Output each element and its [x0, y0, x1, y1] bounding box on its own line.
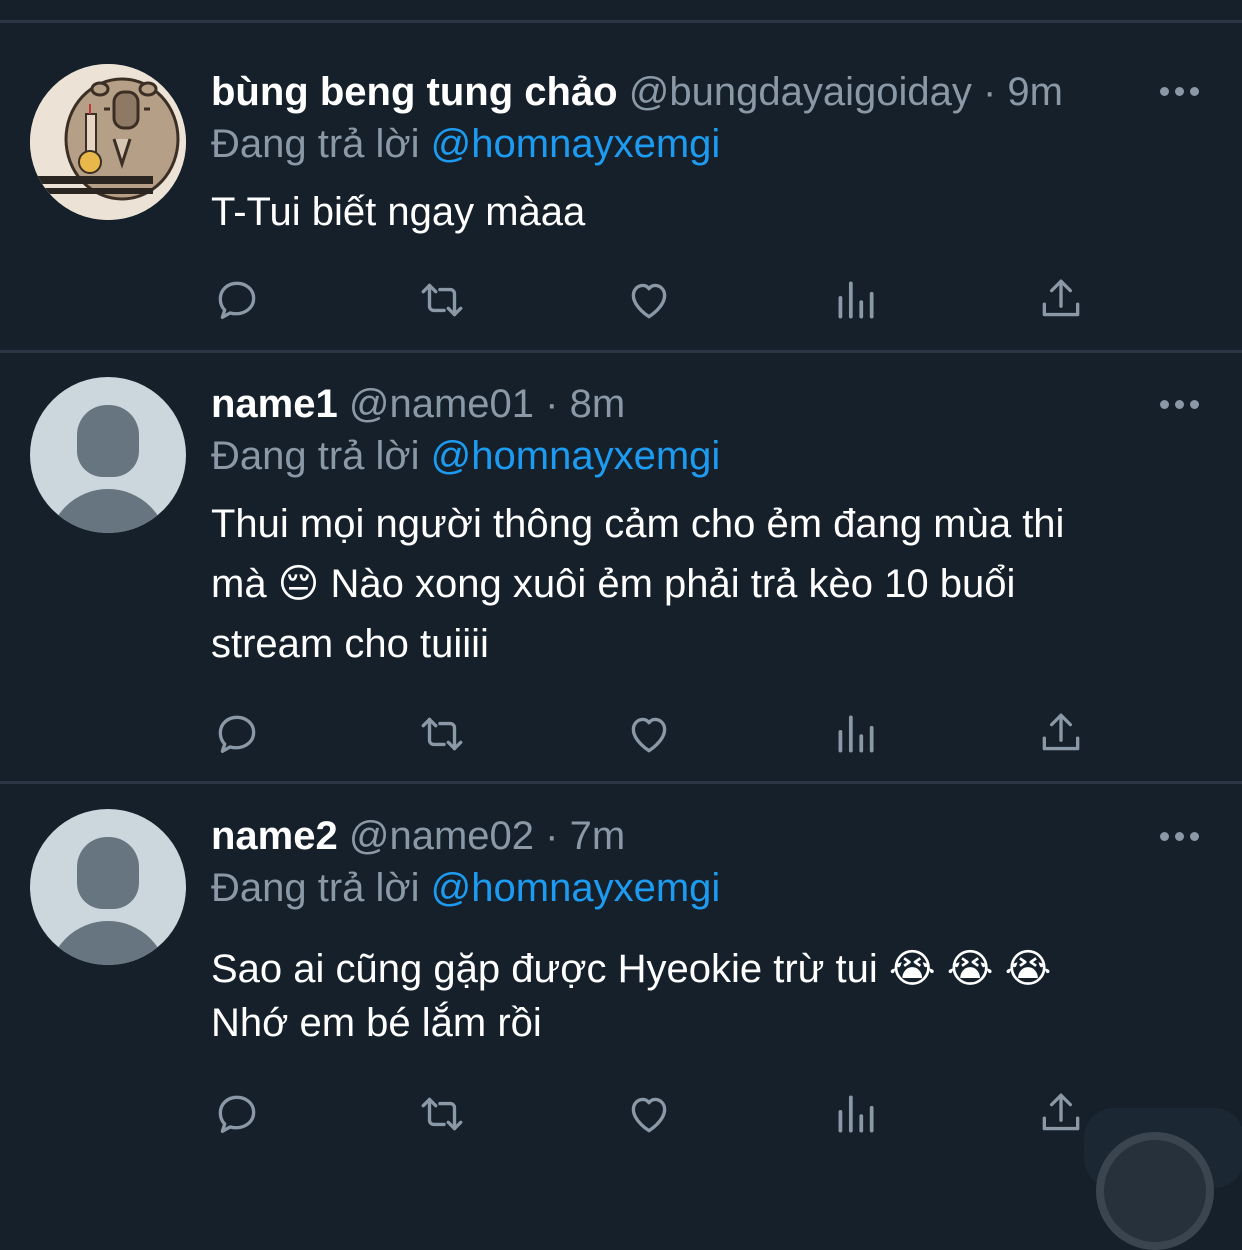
views-icon[interactable] — [827, 1086, 883, 1142]
user-handle[interactable]: @name02 — [349, 814, 534, 858]
avatar-default[interactable] — [30, 377, 186, 533]
avatar-capybara[interactable] — [30, 64, 186, 220]
tweet-text-line: Thui mọi người thông cảm cho ẻm đang mùa… — [211, 502, 1065, 546]
avatar-body — [48, 921, 168, 965]
like-icon[interactable] — [621, 272, 677, 328]
avatar-head — [77, 837, 139, 909]
display-name[interactable]: bùng beng tung chảo — [211, 70, 618, 114]
tweet-2[interactable]: name1 @name01 · 8m Đang trả lời @homnayx… — [0, 352, 1242, 784]
avatar-head — [77, 405, 139, 477]
replying-to: Đang trả lời @homnayxemgi — [211, 864, 720, 912]
views-icon[interactable] — [827, 272, 883, 328]
retweet-icon[interactable] — [414, 272, 470, 328]
tweet-text-line: Sao ai cũng gặp được Hyeokie trừ tui 😭 😭… — [211, 947, 1052, 991]
tweet-1[interactable]: bùng beng tung chảo @bungdayaigoiday · 9… — [0, 0, 1242, 352]
avatar-default[interactable] — [30, 809, 186, 965]
like-icon[interactable] — [621, 1086, 677, 1142]
display-name[interactable]: name2 — [211, 814, 338, 858]
tweet-text: Sao ai cũng gặp được Hyeokie trừ tui 😭 😭… — [211, 942, 1201, 1050]
tweet-text-line: mà 😔 Nào xong xuôi ẻm phải trả kèo 10 bu… — [211, 562, 1016, 606]
replying-to-label: Đang trả lời — [211, 434, 420, 478]
more-options-icon[interactable] — [1158, 395, 1202, 415]
tweet-3[interactable]: name2 @name02 · 7m Đang trả lời @homnayx… — [0, 784, 1242, 1157]
avatar-body — [48, 489, 168, 533]
floating-button[interactable] — [1084, 1108, 1242, 1250]
tweet-text-line: T-Tui biết ngay màaa — [211, 190, 586, 234]
tweet-header: name2 @name02 · 7m — [211, 812, 625, 860]
share-icon[interactable] — [1033, 1086, 1089, 1142]
tweet-actions — [0, 1086, 1242, 1142]
timestamp[interactable]: · 8m — [545, 382, 625, 426]
reply-icon[interactable] — [209, 1086, 265, 1142]
tweet-header: name1 @name01 · 8m — [211, 380, 625, 428]
timestamp[interactable]: · 9m — [983, 70, 1063, 114]
more-options-icon[interactable] — [1158, 827, 1202, 847]
replying-to: Đang trả lời @homnayxemgi — [211, 432, 720, 480]
tweet-text-line: stream cho tuiiii — [211, 622, 489, 666]
floating-button-inner — [1104, 1140, 1206, 1242]
more-options-icon[interactable] — [1158, 82, 1202, 102]
share-icon[interactable] — [1033, 706, 1089, 762]
share-icon[interactable] — [1033, 272, 1089, 328]
mention-link[interactable]: @homnayxemgi — [431, 866, 721, 910]
replying-to-label: Đang trả lời — [211, 122, 420, 166]
tweet-header: bùng beng tung chảo @bungdayaigoiday · 9… — [211, 68, 1063, 116]
replying-to-label: Đang trả lời — [211, 866, 420, 910]
reply-icon[interactable] — [209, 706, 265, 762]
reply-icon[interactable] — [209, 272, 265, 328]
tweet-text: Thui mọi người thông cảm cho ẻm đang mùa… — [211, 494, 1201, 674]
user-handle[interactable]: @name01 — [349, 382, 534, 426]
mention-link[interactable]: @homnayxemgi — [431, 122, 721, 166]
retweet-icon[interactable] — [414, 706, 470, 762]
like-icon[interactable] — [621, 706, 677, 762]
user-handle[interactable]: @bungdayaigoiday — [629, 70, 972, 114]
views-icon[interactable] — [827, 706, 883, 762]
tweet-text: T-Tui biết ngay màaa — [211, 182, 1201, 242]
timestamp[interactable]: · 7m — [545, 814, 625, 858]
replying-to: Đang trả lời @homnayxemgi — [211, 120, 720, 168]
tweet-actions — [0, 706, 1242, 762]
tweet-text-line: Nhớ em bé lắm rồi — [211, 1001, 542, 1045]
tweet-actions — [0, 272, 1242, 328]
display-name[interactable]: name1 — [211, 382, 338, 426]
retweet-icon[interactable] — [414, 1086, 470, 1142]
mention-link[interactable]: @homnayxemgi — [431, 434, 721, 478]
